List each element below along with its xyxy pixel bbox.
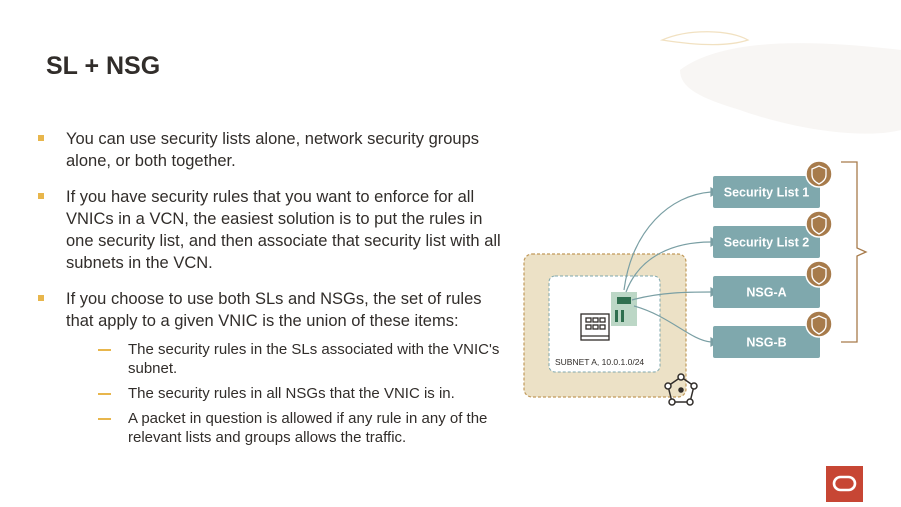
slide-title: SL + NSG <box>46 52 161 80</box>
sub-bullet-item: The security rules in all NSGs that the … <box>98 384 506 403</box>
bullet-list: You can use security lists alone, networ… <box>36 128 506 461</box>
target-label: NSG-A <box>746 286 786 300</box>
shield-icon <box>805 160 833 188</box>
target-label: Security List 1 <box>724 186 809 200</box>
sub-bullet-dash <box>98 393 111 395</box>
shield-icon <box>805 310 833 338</box>
bullet-item: If you choose to use both SLs and NSGs, … <box>36 288 506 447</box>
bullet-item: If you have security rules that you want… <box>36 186 506 274</box>
sub-bullet-text: The security rules in the SLs associated… <box>128 341 500 377</box>
sub-bullet-list: The security rules in the SLs associated… <box>66 340 506 447</box>
bullet-marker <box>38 295 44 301</box>
sub-bullet-item: The security rules in the SLs associated… <box>98 340 506 378</box>
decorative-background <box>659 31 901 134</box>
target-label: NSG-B <box>746 336 786 350</box>
bullet-text: If you choose to use both SLs and NSGs, … <box>66 290 482 330</box>
sub-bullet-item: A packet in question is allowed if any r… <box>98 409 506 447</box>
vnic-icon <box>611 292 637 326</box>
target-security-list-1: Security List 1 <box>713 176 820 208</box>
sub-bullet-text: The security rules in all NSGs that the … <box>128 385 455 402</box>
shield-icon <box>805 210 833 238</box>
bullet-text: If you have security rules that you want… <box>66 188 501 272</box>
bullet-item: You can use security lists alone, networ… <box>36 128 506 172</box>
oracle-logo <box>826 466 863 502</box>
union-bracket <box>841 161 868 343</box>
bullet-marker <box>38 135 44 141</box>
bullet-text: You can use security lists alone, networ… <box>66 130 480 170</box>
bullet-marker <box>38 193 44 199</box>
sub-bullet-text: A packet in question is allowed if any r… <box>128 410 488 446</box>
target-nsg-a: NSG-A <box>713 276 820 308</box>
shield-icon <box>805 260 833 288</box>
target-nsg-b: NSG-B <box>713 326 820 358</box>
subnet-label: SUBNET A, 10.0.1.0/24 <box>555 357 644 367</box>
sub-bullet-dash <box>98 349 111 351</box>
sub-bullet-dash <box>98 418 111 420</box>
oracle-logo-mark <box>832 475 857 492</box>
target-label: Security List 2 <box>724 236 809 250</box>
target-security-list-2: Security List 2 <box>713 226 820 258</box>
